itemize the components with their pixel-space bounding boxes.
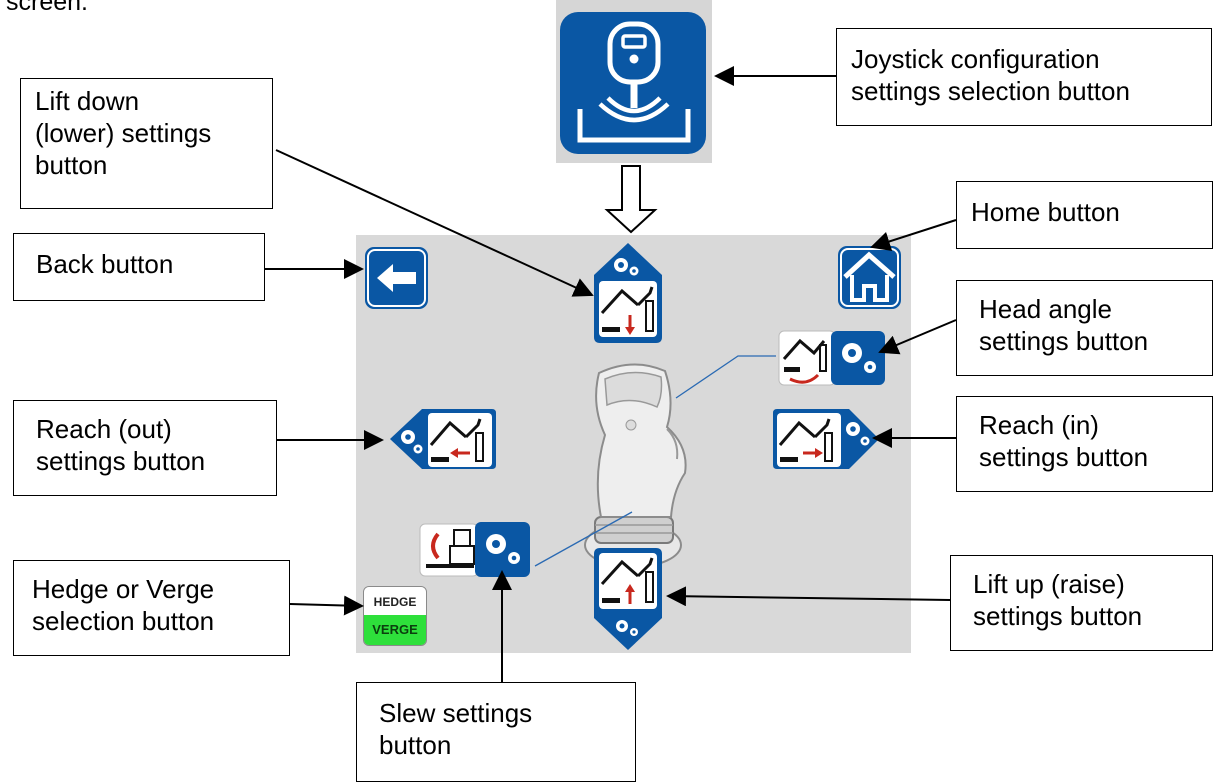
callout-reach-out: Reach (out) settings button (13, 400, 277, 496)
callout-joystick: Joystick configuration settings selectio… (836, 28, 1212, 126)
callout-home: Home button (956, 181, 1213, 249)
callout-back: Back button (13, 233, 265, 301)
reach-in-icon (773, 409, 879, 469)
back-button[interactable] (365, 247, 428, 309)
callout-slew: Slew settings button (356, 682, 636, 782)
joystick-icon (577, 21, 691, 143)
hedge-verge-button[interactable]: HEDGE VERGE (363, 586, 427, 646)
slew-icon (419, 522, 530, 577)
lift-down-icon (594, 243, 662, 343)
intro-text-fragment: screen. (6, 0, 88, 16)
reach-in-settings-button[interactable] (771, 407, 883, 471)
slew-settings-button[interactable] (418, 520, 533, 580)
lift-down-settings-button[interactable] (588, 243, 668, 345)
device-screen (356, 235, 911, 653)
lift-up-settings-button[interactable] (588, 548, 668, 652)
hedge-label: HEDGE (364, 587, 426, 615)
joystick-config-button-frame (556, 0, 712, 163)
lift-up-icon (594, 548, 662, 650)
callout-lift-up: Lift up (raise) settings button (950, 555, 1213, 651)
callout-reach-in: Reach (in) settings button (956, 396, 1213, 492)
reach-out-icon (390, 409, 496, 469)
home-icon (840, 248, 899, 307)
callout-lift-down: Lift down (lower) settings button (20, 78, 273, 209)
callout-head-angle: Head angle settings button (956, 280, 1213, 376)
callout-hedge-verge: Hedge or Verge selection button (13, 560, 290, 656)
joystick-config-button[interactable] (560, 12, 706, 154)
home-button[interactable] (838, 246, 901, 309)
head-angle-icon (778, 330, 885, 386)
joystick-handle-image (584, 363, 687, 568)
verge-label: VERGE (364, 615, 426, 645)
reach-out-settings-button[interactable] (388, 407, 498, 471)
head-angle-settings-button[interactable] (776, 329, 888, 387)
back-arrow-icon (367, 249, 426, 307)
